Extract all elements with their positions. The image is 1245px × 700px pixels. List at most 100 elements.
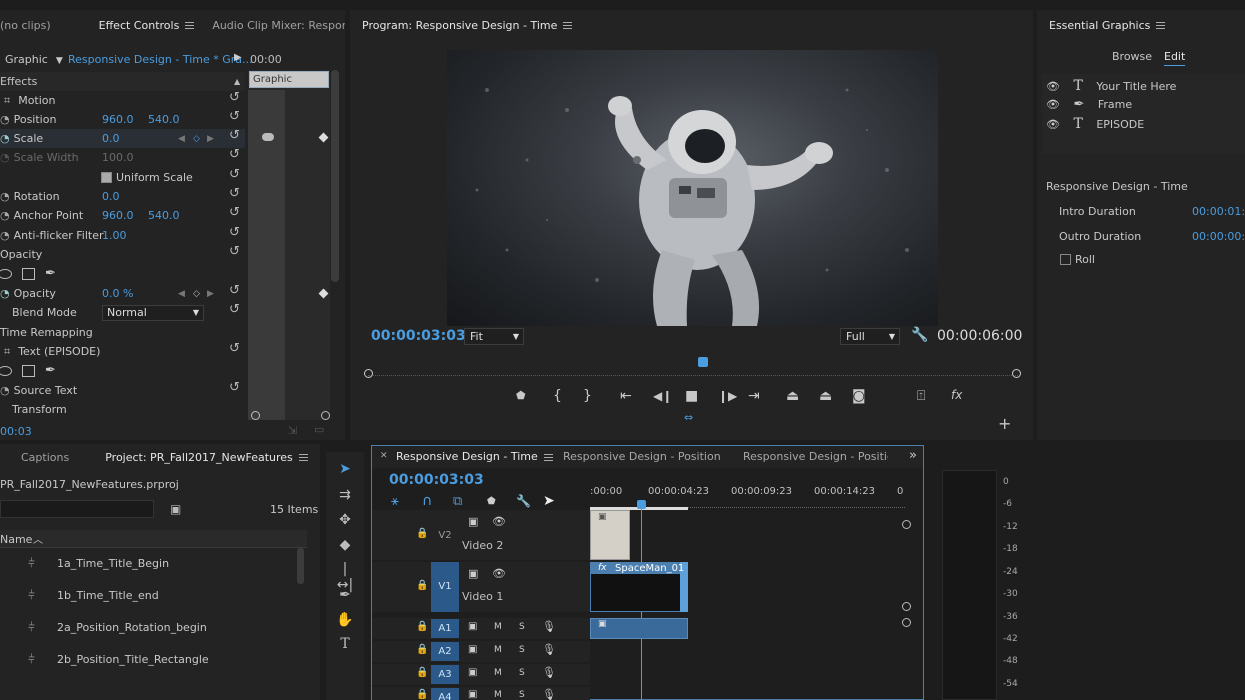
toggle-sync-icon[interactable]: ▣: [468, 621, 477, 632]
anchor-y-value[interactable]: 540.0: [148, 209, 180, 222]
reset-icon[interactable]: ↺: [229, 167, 240, 182]
ec-current-time[interactable]: 00:03: [0, 425, 32, 438]
toggle-sync-icon[interactable]: ▣: [468, 667, 477, 678]
menu-icon[interactable]: [1156, 22, 1166, 29]
ec-zoom-handle-right[interactable]: [321, 411, 330, 420]
reset-icon[interactable]: ↺: [229, 147, 240, 162]
timeline-zoom-handle[interactable]: [902, 618, 911, 627]
step-forward-icon[interactable]: ❙▶: [718, 389, 737, 403]
sequence-path[interactable]: Responsive Design - Time * Gra...: [68, 53, 253, 66]
tab-timeline-position-1x1[interactable]: Responsive Design - Position 1x1: [743, 450, 888, 463]
reset-icon[interactable]: ↺: [229, 186, 240, 201]
next-keyframe-icon[interactable]: ▶: [207, 289, 214, 299]
playhead-handle[interactable]: [637, 500, 646, 509]
opacity-value[interactable]: 0.0 %: [102, 287, 133, 300]
stopwatch-icon[interactable]: ◔: [0, 384, 10, 397]
stopwatch-icon[interactable]: ◔: [0, 229, 10, 242]
keyframe-marker[interactable]: [262, 133, 274, 141]
filter-icon[interactable]: ⇲: [288, 424, 297, 437]
play-only-icon[interactable]: ▶: [234, 52, 242, 63]
ec-zoom-handle-left[interactable]: [251, 411, 260, 420]
position-y-value[interactable]: 540.0: [148, 113, 180, 126]
go-to-out-icon[interactable]: ⇥: [748, 388, 760, 404]
track-id-a4[interactable]: A4: [431, 688, 459, 700]
add-marker-icon[interactable]: ⬟: [487, 496, 496, 507]
microphone-icon[interactable]: 🎙: [542, 666, 556, 679]
anchor-x-value[interactable]: 960.0: [102, 209, 134, 222]
track-id-v2[interactable]: V2: [431, 526, 459, 545]
ripple-edit-tool-icon[interactable]: ✥: [335, 512, 355, 528]
reset-icon[interactable]: ↺: [229, 128, 240, 143]
snap-icon[interactable]: ∩: [422, 493, 432, 509]
toggle-sync-icon[interactable]: ▣: [468, 644, 477, 655]
eg-layer-item[interactable]: 👁 T Your Title Here: [1046, 78, 1176, 94]
tab-edit[interactable]: Edit: [1164, 50, 1186, 66]
rectangle-mask-icon[interactable]: [22, 267, 35, 280]
tab-audio-clip-mixer[interactable]: Audio Clip Mixer: Responsiv: [206, 19, 345, 32]
microphone-icon[interactable]: 🎙: [542, 688, 556, 700]
menu-icon[interactable]: [185, 22, 195, 29]
stopwatch-icon[interactable]: ◔: [0, 287, 10, 300]
reset-icon[interactable]: ↺: [229, 109, 240, 124]
reset-icon[interactable]: ↺: [229, 205, 240, 220]
wrench-icon[interactable]: 🔧: [911, 327, 928, 343]
export-icon[interactable]: ▭: [314, 423, 324, 436]
list-item[interactable]: ⫩ 2b_Position_Title_Rectangle: [0, 648, 296, 672]
eg-layer-item[interactable]: 👁 ✒ Frame: [1046, 97, 1132, 112]
collapse-icon[interactable]: ▲: [234, 77, 240, 86]
pen-tool-icon[interactable]: ✒: [335, 587, 355, 603]
tab-timeline-position[interactable]: Responsive Design - Position: [563, 450, 721, 463]
razor-tool-icon[interactable]: ◆: [335, 537, 355, 553]
clip-selector[interactable]: Graphic ▼: [5, 53, 63, 66]
toggle-output-icon[interactable]: ▣: [468, 567, 478, 580]
new-bin-icon[interactable]: ▣: [170, 502, 181, 516]
add-button-icon[interactable]: +: [998, 414, 1011, 433]
list-item[interactable]: ⫩ 1b_Time_Title_end: [0, 584, 296, 608]
eg-layer-item[interactable]: 👁 T EPISODE: [1046, 116, 1144, 132]
opacity-group-row[interactable]: Opacity: [0, 245, 42, 264]
add-keyframe-icon[interactable]: ◇: [193, 289, 200, 299]
nest-icon[interactable]: ⚹: [391, 494, 399, 509]
tab-essential-graphics[interactable]: Essential Graphics: [1043, 19, 1171, 32]
stopwatch-icon[interactable]: ◔: [0, 132, 10, 145]
tab-project[interactable]: Project: PR_Fall2017_NewFeatures: [99, 451, 314, 464]
scrub-start-handle[interactable]: [364, 369, 373, 378]
solo-button[interactable]: S: [519, 668, 525, 678]
lock-icon[interactable]: 🔒: [416, 621, 428, 632]
timeline-zoom-handle[interactable]: [902, 602, 911, 611]
time-remapping-row[interactable]: Time Remapping: [0, 323, 93, 342]
anti-flicker-value[interactable]: 1.00: [102, 229, 127, 242]
reset-icon[interactable]: ↺: [229, 341, 240, 356]
toggle-sync-icon[interactable]: ▣: [468, 689, 477, 700]
tab-captions[interactable]: Captions: [15, 451, 75, 464]
type-tool-icon[interactable]: T: [335, 636, 355, 652]
toggle-output-icon[interactable]: ▣: [468, 515, 478, 528]
transform-row[interactable]: Transform: [0, 400, 67, 419]
lock-icon[interactable]: 🔒: [416, 644, 428, 655]
tab-timeline-time[interactable]: Responsive Design - Time: [396, 450, 553, 463]
stopwatch-icon[interactable]: ◔: [0, 190, 10, 203]
chevron-overflow-icon[interactable]: »: [909, 448, 917, 463]
close-icon[interactable]: ✕: [380, 451, 388, 461]
stopwatch-icon[interactable]: ◔: [0, 113, 10, 126]
fit-select[interactable]: Fit ▼: [464, 328, 524, 345]
menu-icon[interactable]: [298, 454, 308, 461]
timeline-timecode[interactable]: 00:00:03:03: [389, 472, 484, 488]
timeline-zoom-handle[interactable]: [902, 520, 911, 529]
tab-effect-controls[interactable]: Effect Controls: [93, 19, 201, 32]
graphic-clip-v2[interactable]: [590, 510, 630, 560]
pen-mask-icon[interactable]: ✒: [45, 363, 56, 378]
solo-button[interactable]: S: [519, 645, 525, 655]
lock-icon[interactable]: 🔒: [416, 580, 428, 591]
outro-duration-value[interactable]: 00:00:00:08: [1192, 230, 1245, 243]
track-id-a2[interactable]: A2: [431, 642, 459, 661]
ellipse-mask-icon[interactable]: [0, 268, 12, 279]
reset-icon[interactable]: ↺: [229, 90, 240, 105]
list-item[interactable]: ⫩ 2a_Position_Rotation_begin: [0, 616, 296, 640]
extract-icon[interactable]: ⏏: [819, 388, 832, 404]
reset-icon[interactable]: ↺: [229, 380, 240, 395]
program-scrub-bar[interactable]: [368, 364, 1018, 376]
playhead-marker[interactable]: [698, 357, 708, 367]
solo-button[interactable]: S: [519, 690, 525, 700]
eye-icon[interactable]: 👁: [1046, 80, 1060, 93]
